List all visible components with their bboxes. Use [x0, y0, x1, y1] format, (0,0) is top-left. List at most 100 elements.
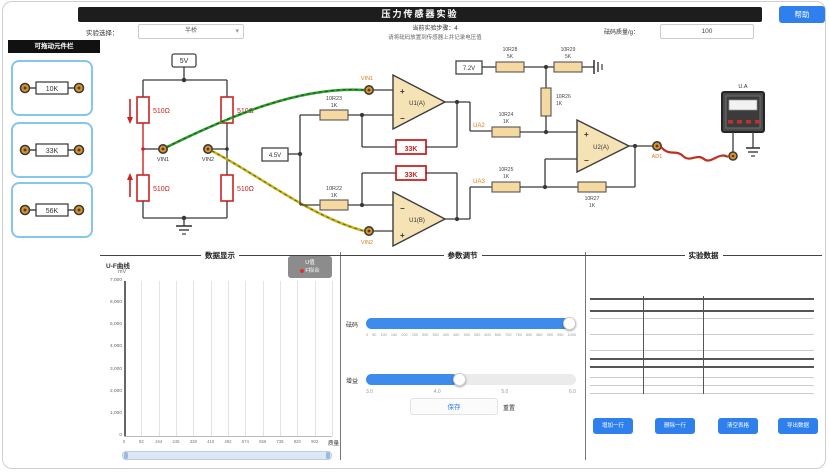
feedback1-33k[interactable]: 33K	[405, 146, 418, 153]
voltmeter	[722, 92, 764, 156]
gain-slider-handle[interactable]	[453, 373, 466, 386]
help-button[interactable]: 帮助	[779, 6, 825, 23]
opamp3-label: U2(A)	[593, 145, 609, 151]
slider-tick-label: 650	[495, 333, 501, 337]
chart-unit-label: mV	[118, 269, 126, 275]
component-item-10k[interactable]: 10K	[11, 60, 93, 116]
table-panel-header: 实验数据	[585, 248, 822, 261]
grid-line	[159, 281, 160, 436]
supply-label: 5V	[180, 58, 189, 65]
table-line	[590, 298, 814, 300]
table-line	[590, 377, 814, 378]
opamp3-minus: −	[584, 156, 589, 165]
app-title-bar: 压力传感器实验	[78, 7, 762, 22]
clear-table-button[interactable]: 清空表格	[718, 418, 758, 434]
table-line	[590, 310, 814, 312]
reset-label[interactable]: 重置	[503, 403, 515, 412]
grid-line	[280, 281, 281, 436]
table-line	[590, 366, 814, 368]
r27-name: 10R27	[585, 196, 600, 202]
slider-tick-label: 3.0	[366, 389, 373, 395]
resistor-56k-icon: 56K	[13, 184, 91, 236]
step-instruction: 请将砝码放置到传感器上并记录电压值	[330, 33, 540, 41]
x-tick-label: 656	[254, 439, 272, 444]
voltmeter-connector-core	[732, 155, 735, 158]
table-line	[590, 358, 814, 360]
wire-ad1-red[interactable]	[661, 147, 728, 161]
vin1-node-core	[162, 148, 165, 151]
component-item-33k[interactable]: 33K	[11, 122, 93, 178]
slider-tick-label: 250	[412, 333, 418, 337]
opamp2-minus: −	[400, 204, 405, 213]
opamp1-minus: −	[400, 114, 405, 123]
slider-tick-label: 500	[464, 333, 470, 337]
grid-line	[297, 281, 298, 436]
ref-voltage-label: 4.5V	[269, 153, 281, 159]
datazoom-handle-left[interactable]	[124, 452, 128, 459]
weight-slider-handle[interactable]	[563, 317, 576, 330]
weight-slider[interactable]	[366, 318, 576, 329]
slider-tick-label: 400	[443, 333, 449, 337]
grid-line	[193, 281, 194, 436]
weight-slider-label: 砝码	[346, 320, 358, 329]
opamp1-plus: +	[400, 87, 405, 96]
y-tick-label: 4,000	[100, 344, 122, 349]
gain-slider[interactable]	[366, 374, 576, 385]
wheatstone-bridge	[127, 54, 233, 234]
r22-value: 1K	[331, 193, 338, 199]
y-tick-label: 1,000	[100, 411, 122, 416]
grid-line	[332, 281, 333, 436]
slider-tick-label: 800	[526, 333, 532, 337]
strain-arrow-up	[127, 173, 133, 197]
component-item-56k[interactable]: 56K	[11, 182, 93, 238]
vcc-label: 7.2V	[463, 66, 475, 72]
y-tick-label: 6,000	[100, 300, 122, 305]
grid-line	[141, 281, 142, 436]
export-data-button[interactable]: 导出数据	[778, 418, 818, 434]
r29-value: 5K	[565, 54, 572, 60]
slider-tick-label: 700	[505, 333, 511, 337]
grid-line	[263, 281, 264, 436]
slider-tick-label: 5.0	[501, 389, 508, 395]
slider-tick-label: 600	[484, 333, 490, 337]
x-tick-label: 0	[115, 439, 133, 444]
circuit-canvas: 5V 510Ω 510Ω 510Ω 510Ω VIN1 VIN2	[100, 42, 790, 250]
bridge-r1-label: 510Ω	[153, 108, 170, 115]
y-axis-line	[124, 281, 126, 436]
weight-input-label: 砝码质量/g：	[604, 27, 639, 36]
x-tick-label: 164	[150, 439, 168, 444]
strain-arrow-down	[127, 99, 133, 124]
table-line	[590, 350, 814, 351]
feedback2-33k[interactable]: 33K	[405, 172, 418, 179]
r26-value: 1K	[556, 101, 563, 107]
r28-name: 10R28	[503, 47, 518, 53]
x-tick-label: 902	[306, 439, 324, 444]
y-tick-label: 3,000	[100, 367, 122, 372]
step-hint: 当前实验步骤：4 请将砝码放置到传感器上并记录电压值	[330, 23, 540, 41]
r25-name: 10R25	[499, 167, 514, 173]
y-tick-label: 5,000	[100, 322, 122, 327]
instrument-amp-stage	[262, 75, 492, 246]
legend-item-u[interactable]: U值	[290, 259, 330, 267]
slider-tick-label: 350	[432, 333, 438, 337]
datazoom-scrollbar[interactable]	[122, 451, 332, 460]
add-row-button[interactable]: 增加一行	[593, 418, 633, 434]
chart-legend[interactable]: U值 F拟合	[288, 256, 332, 278]
opamp2-label: U1(B)	[409, 218, 425, 224]
resistor-33k-icon: 33K	[13, 124, 91, 176]
legend-item-fit[interactable]: F拟合	[290, 267, 330, 275]
svg-text:33K: 33K	[46, 148, 59, 155]
experiment-select[interactable]: 半桥 ▾	[138, 24, 244, 39]
y-tick-label: 2,000	[100, 389, 122, 394]
weight-input[interactable]	[660, 24, 754, 39]
grid-line	[245, 281, 246, 436]
datazoom-handle-right[interactable]	[326, 452, 330, 459]
control-panel: 参数调节 砝码 05010015020025030035040045050055…	[340, 248, 585, 462]
r25-value: 1K	[503, 174, 510, 180]
experiment-select-value: 半桥	[185, 28, 197, 34]
grid-line	[228, 281, 229, 436]
slider-tick-label: 900	[547, 333, 553, 337]
app-window: 压力传感器实验 帮助 实验选择： 半桥 ▾ 当前实验步骤：4 请将砝码放置到传感…	[0, 0, 829, 474]
delete-row-button[interactable]: 删除一行	[655, 418, 695, 434]
save-button[interactable]: 保存	[410, 398, 498, 415]
